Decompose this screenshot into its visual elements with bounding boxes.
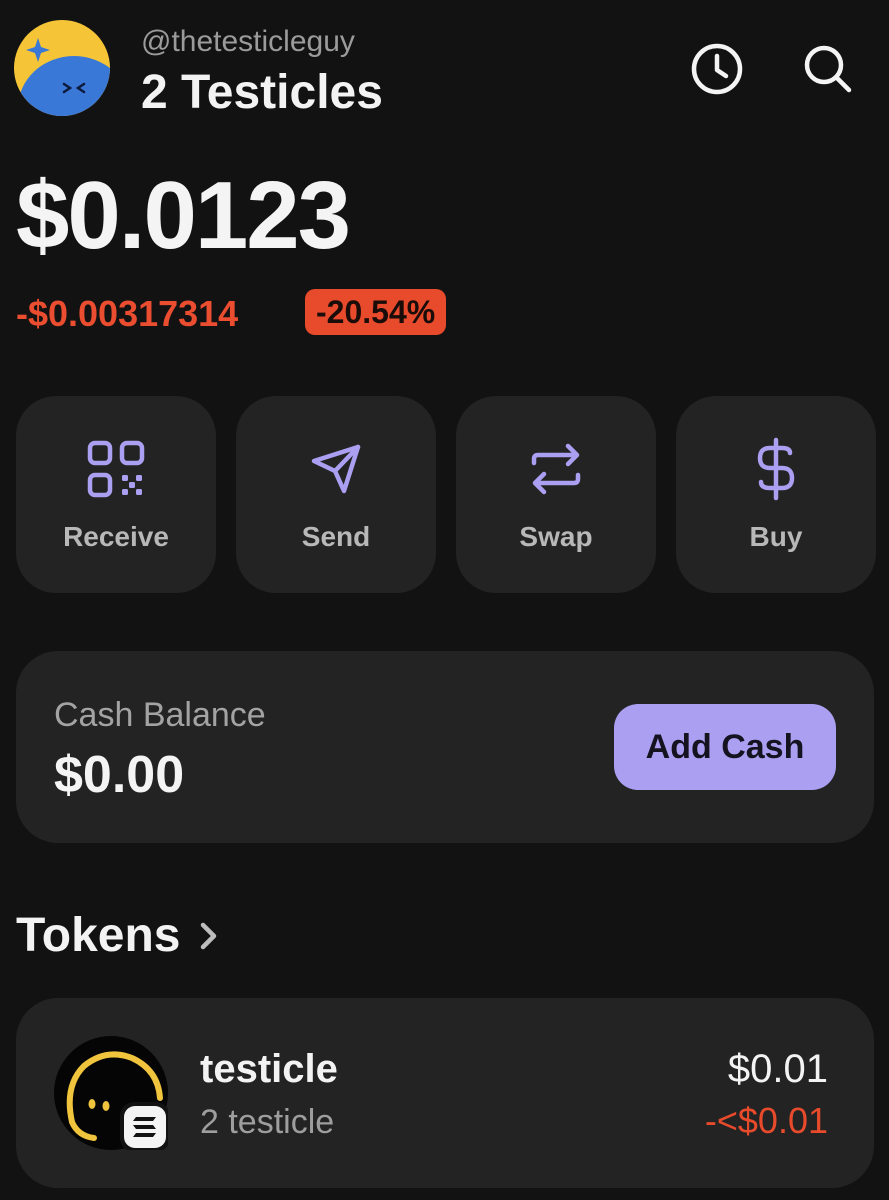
tokens-section-header[interactable]: Tokens <box>16 906 220 966</box>
cash-balance-card: Cash Balance $0.00 Add Cash <box>16 651 874 843</box>
dollar-icon <box>741 434 811 504</box>
account-name[interactable]: 2 Testicles <box>141 64 383 122</box>
portfolio-balance: $0.0123 <box>16 162 351 269</box>
portfolio-change-percent-badge: -20.54% <box>305 289 447 335</box>
token-name: testicle <box>200 1047 338 1091</box>
dizzy-face-avatar-icon <box>14 20 110 116</box>
send-label: Send <box>301 521 371 552</box>
swap-label: Swap <box>519 521 593 552</box>
cash-balance-value: $0.00 <box>54 746 185 804</box>
qr-code-icon <box>81 434 151 504</box>
solana-chain-icon <box>120 1102 170 1152</box>
search-icon <box>804 45 852 93</box>
token-value: $0.01 <box>727 1047 828 1091</box>
send-button[interactable]: Send <box>236 396 436 593</box>
token-row[interactable]: testicle 2 testicle $0.01 -<$0.01 <box>16 998 874 1188</box>
clock-icon <box>691 43 743 95</box>
receive-label: Receive <box>63 521 169 552</box>
testicle-token-logo <box>54 1036 170 1152</box>
token-quantity: 2 testicle <box>200 1103 335 1141</box>
buy-button[interactable]: Buy <box>676 396 876 593</box>
search-button[interactable] <box>798 39 858 99</box>
account-username: @thetesticleguy <box>141 25 355 58</box>
chevron-right-icon <box>198 921 220 951</box>
token-change: -<$0.01 <box>704 1100 828 1141</box>
history-button[interactable] <box>687 39 747 99</box>
swap-button[interactable]: Swap <box>456 396 656 593</box>
tokens-title: Tokens <box>16 909 181 962</box>
swap-arrows-icon <box>521 434 591 504</box>
receive-button[interactable]: Receive <box>16 396 216 593</box>
paper-plane-icon <box>301 434 371 504</box>
add-cash-button[interactable]: Add Cash <box>614 704 836 790</box>
buy-label: Buy <box>749 521 803 552</box>
cash-balance-label: Cash Balance <box>54 696 266 734</box>
portfolio-change-amount: -$0.00317314 <box>16 293 239 334</box>
avatar[interactable] <box>14 20 110 116</box>
